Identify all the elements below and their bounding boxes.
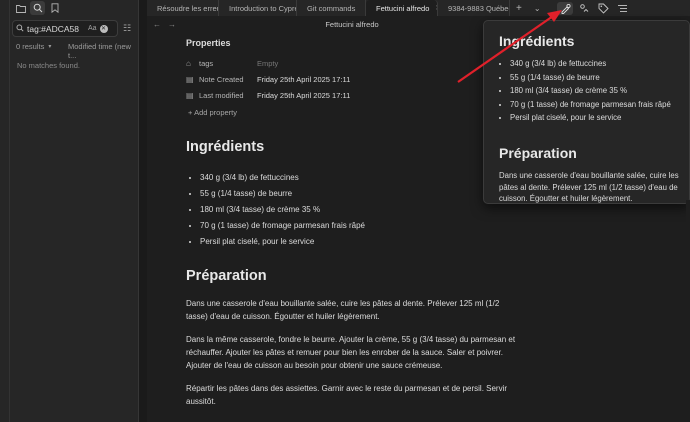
- tab-bar: Résoudre les erreurs ... Introduction to…: [147, 0, 690, 16]
- paragraph: Dans une casserole d'eau bouillante salé…: [186, 299, 500, 321]
- hover-preview-icon[interactable]: [557, 1, 573, 15]
- ingredients-heading: Ingrédients: [186, 139, 265, 155]
- popover-ingredients-list: 340 g (3/4 lb) de fettuccines 55 g (1/4 …: [510, 59, 671, 127]
- new-tab-icon[interactable]: +: [510, 3, 528, 14]
- property-row-last-modified[interactable]: ▤ Last modified Friday 25th April 2025 1…: [186, 91, 350, 100]
- search-input[interactable]: [27, 23, 85, 34]
- sidebar-toolbar: [10, 0, 138, 16]
- tab-fettucini-alfredo[interactable]: Fettucini alfredo✕: [366, 0, 438, 16]
- sort-options-icon[interactable]: ☷: [123, 23, 131, 34]
- list-item: 55 g (1/4 tasse) de beurre: [200, 189, 365, 205]
- popover-ingredients-heading: Ingrédients: [499, 33, 575, 49]
- list-item: Persil plat ciselé, pour le service: [510, 113, 671, 127]
- bookmark-icon[interactable]: [47, 1, 62, 15]
- tab-label: 9384-9883 Québec i...: [448, 3, 510, 13]
- property-key: Last modified: [199, 91, 244, 100]
- scrollbar[interactable]: [686, 200, 690, 422]
- outline-icon[interactable]: [614, 2, 630, 15]
- add-property-button[interactable]: + Add property: [188, 108, 237, 117]
- view-actions: [557, 0, 630, 16]
- sidebar-gutter: [139, 0, 147, 422]
- list-item: 180 ml (3/4 tasse) de crème 35 %: [510, 86, 671, 100]
- tags-icon[interactable]: [595, 2, 611, 15]
- tags-icon: ⌂: [186, 59, 191, 68]
- tab-label: Introduction to Cypre...: [229, 3, 296, 13]
- tab-label: Git commands: [307, 3, 356, 13]
- match-case-toggle[interactable]: Aa: [88, 25, 97, 32]
- property-row-note-created[interactable]: ▤ Note Created Friday 25th April 2025 17…: [186, 75, 350, 84]
- list-item: 340 g (3/4 lb) de fettuccines: [510, 59, 671, 73]
- hover-preview-popover[interactable]: Ingrédients 340 g (3/4 lb) de fettuccine…: [483, 20, 690, 204]
- ingredients-list: 340 g (3/4 lb) de fettuccines 55 g (1/4 …: [200, 173, 365, 253]
- paragraph: Répartir les pâtes dans des assiettes. G…: [186, 384, 508, 406]
- tab-quebec[interactable]: 9384-9883 Québec i...: [438, 0, 510, 16]
- left-ribbon: [0, 0, 10, 422]
- property-key: tags: [199, 59, 214, 68]
- tab-introduction-cypress[interactable]: Introduction to Cypre...: [219, 0, 297, 16]
- search-icon[interactable]: [30, 1, 45, 15]
- tab-git-commands[interactable]: Git commands: [297, 0, 366, 16]
- add-property-label: Add property: [194, 108, 238, 117]
- properties-title: Properties: [186, 38, 231, 48]
- results-count-label: 0 results: [16, 42, 45, 51]
- search-input-icon: [16, 23, 24, 35]
- property-value[interactable]: Friday 25th April 2025 17:11: [257, 75, 350, 84]
- tab-label: Résoudre les erreurs ...: [157, 3, 218, 13]
- properties-panel: Properties ⌂ tags Empty ▤ Note Created F…: [186, 38, 516, 117]
- clear-icon[interactable]: ✕: [99, 24, 108, 33]
- results-count: 0 results ▾: [16, 42, 51, 51]
- preparation-heading: Préparation: [186, 268, 267, 284]
- left-sidebar: Aa ✕ ☷ 0 results ▾ Modified time (new t.…: [10, 0, 139, 422]
- list-item: 70 g (1 tasse) de fromage parmesan frais…: [200, 221, 365, 237]
- popover-paragraph: Dans une casserole d'eau bouillante salé…: [499, 171, 679, 203]
- calendar-icon: ▤: [186, 75, 194, 84]
- backlinks-icon[interactable]: [576, 2, 592, 15]
- folder-icon[interactable]: [13, 1, 28, 15]
- property-value[interactable]: Friday 25th April 2025 17:11: [257, 91, 350, 100]
- chevron-down-icon[interactable]: ▾: [48, 43, 51, 50]
- paragraph: Dans la même casserole, fondre le beurre…: [186, 335, 516, 370]
- sort-order-select[interactable]: Modified time (new t...: [68, 42, 138, 60]
- tab-resoudre-erreurs[interactable]: Résoudre les erreurs ...: [147, 0, 219, 16]
- list-item: 180 ml (3/4 tasse) de crème 35 %: [200, 205, 365, 221]
- no-matches-message: No matches found.: [17, 61, 80, 70]
- list-item: Persil plat ciselé, pour le service: [200, 237, 365, 253]
- chevron-down-icon[interactable]: ⌄: [528, 4, 547, 13]
- popover-preparation-heading: Préparation: [499, 145, 577, 161]
- tab-label: Fettucini alfredo: [376, 3, 430, 13]
- property-value[interactable]: Empty: [257, 59, 278, 68]
- list-item: 340 g (3/4 lb) de fettuccines: [200, 173, 365, 189]
- sort-order-label: Modified time (new t...: [68, 42, 131, 60]
- calendar-icon: ▤: [186, 91, 194, 100]
- property-key: Note Created: [199, 75, 244, 84]
- list-item: 70 g (1 tasse) de fromage parmesan frais…: [510, 100, 671, 114]
- list-item: 55 g (1/4 tasse) de beurre: [510, 73, 671, 87]
- property-row-tags[interactable]: ⌂ tags Empty: [186, 59, 278, 68]
- search-field[interactable]: Aa ✕: [12, 20, 118, 37]
